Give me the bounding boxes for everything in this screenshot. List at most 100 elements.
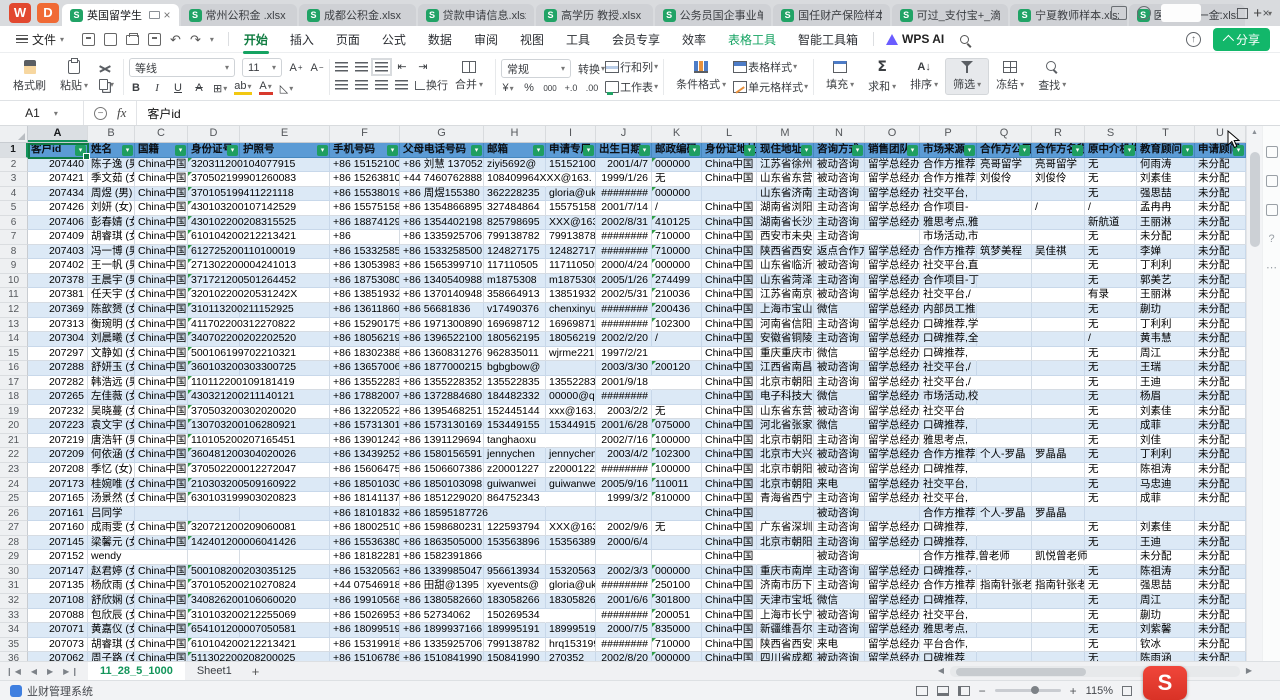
column-header-T[interactable]: T — [1137, 126, 1195, 142]
cell[interactable]: +86 18753080 — [330, 274, 400, 289]
copy-icon[interactable] — [99, 79, 108, 90]
cell[interactable]: 未分配 — [1195, 245, 1246, 260]
cell[interactable]: 社交平台, — [920, 187, 977, 202]
cell[interactable]: 无 — [1085, 609, 1137, 624]
cell[interactable]: 169698712 — [546, 318, 596, 333]
cell[interactable]: +86 18099519 — [330, 623, 400, 638]
cell[interactable]: 110011 — [652, 478, 702, 493]
cell[interactable]: ######## — [596, 245, 652, 260]
app-tray-icon[interactable] — [10, 685, 22, 697]
cell[interactable]: 2003/2/2 — [596, 405, 652, 420]
wps-app-icon[interactable]: W — [9, 3, 31, 23]
find-button[interactable]: 查找▾ — [1031, 59, 1073, 95]
cell[interactable] — [865, 230, 920, 245]
cell[interactable]: 吴佳祺 — [1032, 245, 1085, 260]
cell[interactable] — [1032, 390, 1085, 405]
add-sheet-button[interactable]: + — [252, 664, 260, 679]
cell[interactable] — [977, 347, 1032, 362]
cell[interactable]: 2003/3/30 — [596, 361, 652, 376]
cell[interactable] — [1032, 230, 1085, 245]
cell[interactable]: 360103200303300725 — [188, 361, 240, 376]
cell[interactable]: 文静如 (女 — [88, 347, 135, 362]
cell[interactable]: China中国 — [702, 303, 757, 318]
cell-style-button[interactable]: 单元格样式▾ — [733, 79, 808, 95]
align-middle-icon[interactable] — [355, 62, 368, 72]
cell[interactable]: 13851932 — [546, 288, 596, 303]
cell[interactable]: China中国 — [702, 419, 757, 434]
filter-dropdown-button[interactable]: ▾ — [1233, 145, 1244, 156]
fx-icon[interactable]: fx — [117, 105, 126, 121]
cell[interactable]: +86 15536380 — [330, 536, 400, 551]
cell[interactable]: China中国 — [702, 623, 757, 638]
borders-button[interactable]: ⊞▾ — [213, 82, 227, 95]
cell[interactable]: China中国 — [135, 463, 188, 478]
cell[interactable]: 未分配 — [1195, 332, 1246, 347]
cell[interactable]: 马忠迪 — [1137, 478, 1195, 493]
sheet-nav-first-icon[interactable]: ❙◀ — [6, 667, 23, 676]
header-cell-A[interactable]: 客户id▾ — [28, 143, 88, 158]
cell[interactable]: 留学总经办 — [865, 536, 920, 551]
cell[interactable]: 2000/4/24 — [596, 259, 652, 274]
file-tab[interactable]: S国任财产保险样本.x — [773, 4, 890, 26]
cell[interactable]: +86 1851229020 — [400, 492, 484, 507]
row-number[interactable]: 25 — [0, 492, 28, 507]
header-cell-B[interactable]: 姓名▾ — [88, 143, 135, 158]
cell[interactable] — [977, 434, 1032, 449]
cell[interactable]: 留学总经办 — [865, 478, 920, 493]
cell[interactable]: 留学总经办 — [865, 216, 920, 231]
rows-columns-button[interactable]: 行和列▾ — [605, 59, 658, 75]
cell[interactable]: +86 18595187726 — [400, 507, 484, 522]
row-number[interactable]: 10 — [0, 274, 28, 289]
cell[interactable]: 赵君婷 (女 — [88, 565, 135, 580]
cell[interactable]: +86 15026953 — [330, 609, 400, 624]
export-icon[interactable] — [104, 33, 117, 46]
cell[interactable] — [1032, 376, 1085, 391]
cell[interactable]: China中国 — [702, 652, 757, 661]
cell[interactable]: 未分配 — [1195, 638, 1246, 653]
cell[interactable]: 强思喆 — [1137, 187, 1195, 202]
paste-button[interactable]: 粘贴▾ — [53, 58, 95, 95]
cell[interactable]: 无 — [1085, 187, 1137, 202]
cell[interactable]: 何雨涛 — [1137, 158, 1195, 173]
cell[interactable]: 社交平台, — [920, 492, 977, 507]
cell[interactable]: 王丽淋 — [1137, 288, 1195, 303]
column-header-K[interactable]: K — [652, 126, 702, 142]
cell[interactable]: China中国 — [135, 419, 188, 434]
wps-ai-button[interactable]: WPS AI — [878, 32, 952, 46]
globe-icon[interactable] — [1137, 6, 1151, 20]
file-menu-button[interactable]: 文件▾ — [8, 31, 72, 48]
cell[interactable]: 无 — [1085, 361, 1137, 376]
cell[interactable]: +86 15606475 — [330, 463, 400, 478]
cell[interactable]: 内部员工推 — [920, 303, 977, 318]
cell[interactable]: 153449155 — [484, 419, 546, 434]
cell[interactable]: 合作方推荐,曾老师 — [920, 550, 977, 565]
cell[interactable]: 湖南省浏阳 — [757, 201, 814, 216]
cell[interactable]: China中国 — [135, 376, 188, 391]
cell[interactable]: 710000 — [652, 245, 702, 260]
cell[interactable]: 合作方推荐 — [920, 507, 977, 522]
cell[interactable]: 799138782 — [546, 230, 596, 245]
undo-icon[interactable]: ↶ — [170, 33, 181, 46]
cell[interactable]: 王迪 — [1137, 376, 1195, 391]
highlight-color-button[interactable]: ab▾ — [234, 81, 251, 95]
cell[interactable]: 韩浩远 (男 — [88, 376, 135, 391]
cell[interactable]: 被动咨询 — [814, 652, 865, 661]
cell[interactable]: 留学总经办 — [865, 332, 920, 347]
cell[interactable] — [1032, 332, 1085, 347]
cell[interactable] — [1032, 565, 1085, 580]
cell[interactable]: 社交平台, — [920, 478, 977, 493]
filter-dropdown-button[interactable]: ▾ — [1019, 145, 1030, 156]
filter-dropdown-button[interactable]: ▾ — [801, 145, 812, 156]
cell[interactable]: 270352 — [546, 652, 596, 661]
header-cell-S[interactable]: 原中介机构▾ — [1085, 143, 1137, 158]
cell[interactable]: 留学总经办 — [865, 201, 920, 216]
cell[interactable]: 口碑推荐, — [920, 347, 977, 362]
cell[interactable] — [757, 550, 814, 565]
menu-tab-视图[interactable]: 视图 — [509, 27, 555, 52]
cell[interactable]: 成菲 — [1137, 492, 1195, 507]
cell[interactable]: 电子科技大 — [757, 390, 814, 405]
menu-tab-数据[interactable]: 数据 — [417, 27, 463, 52]
cell[interactable]: 合作方推荐 — [920, 245, 977, 260]
cell[interactable]: 142401200006041426 — [188, 536, 240, 551]
cell[interactable]: 100000 — [652, 434, 702, 449]
